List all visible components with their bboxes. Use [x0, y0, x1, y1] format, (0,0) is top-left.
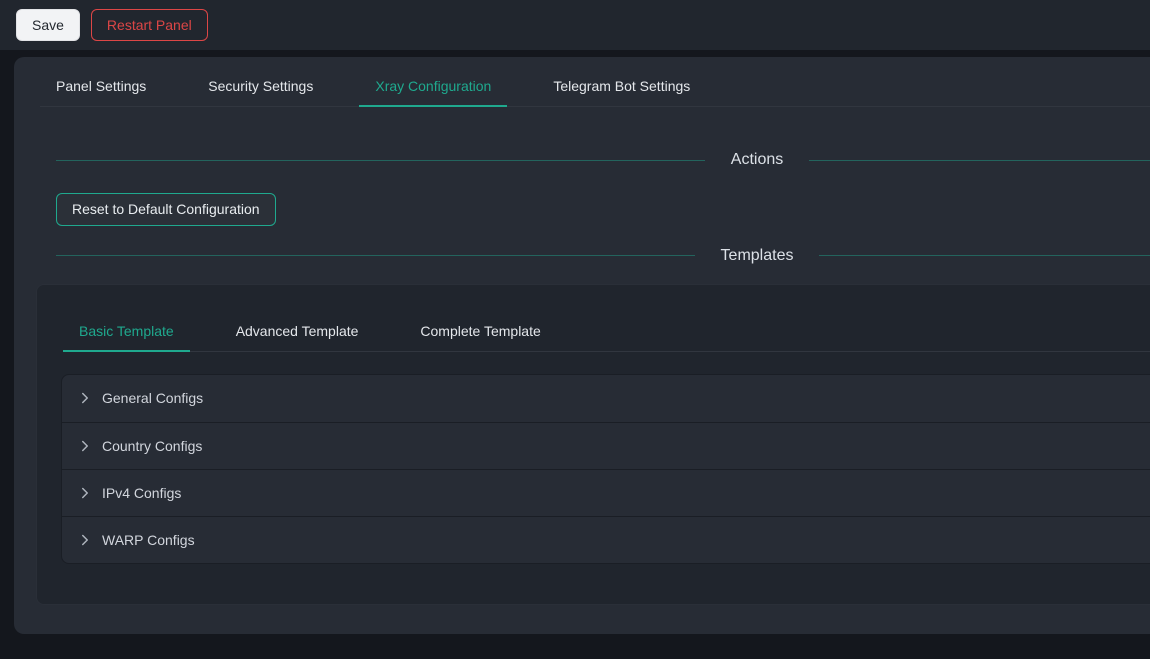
collapse-item-label: IPv4 Configs: [102, 485, 181, 501]
tab-complete-template[interactable]: Complete Template: [404, 311, 556, 351]
collapse-item-label: Country Configs: [102, 438, 202, 454]
save-button[interactable]: Save: [16, 9, 80, 42]
chevron-right-icon: [79, 534, 91, 546]
tab-telegram-bot-settings[interactable]: Telegram Bot Settings: [537, 66, 706, 106]
actions-divider: Actions: [56, 147, 1150, 173]
collapse-item-general-configs[interactable]: General Configs: [62, 375, 1150, 422]
templates-card: Basic Template Advanced Template Complet…: [36, 284, 1150, 605]
divider-line-left: [56, 255, 695, 256]
templates-section-title: Templates: [695, 247, 820, 265]
divider-line-left: [56, 160, 705, 161]
collapse-item-label: WARP Configs: [102, 532, 195, 548]
divider-line-right: [819, 255, 1150, 256]
chevron-right-icon: [79, 440, 91, 452]
collapse-item-warp-configs[interactable]: WARP Configs: [62, 516, 1150, 563]
restart-panel-button[interactable]: Restart Panel: [91, 9, 208, 42]
tab-panel-settings[interactable]: Panel Settings: [40, 66, 162, 106]
tab-advanced-template[interactable]: Advanced Template: [220, 311, 375, 351]
templates-divider: Templates: [56, 243, 1150, 269]
collapse-item-label: General Configs: [102, 390, 203, 406]
chevron-right-icon: [79, 487, 91, 499]
main-tabs: Panel Settings Security Settings Xray Co…: [40, 57, 1150, 107]
tab-security-settings[interactable]: Security Settings: [192, 66, 329, 106]
actions-section-title: Actions: [705, 151, 809, 169]
topbar: Save Restart Panel: [0, 0, 1150, 50]
settings-card: Panel Settings Security Settings Xray Co…: [14, 57, 1150, 634]
collapse-item-country-configs[interactable]: Country Configs: [62, 422, 1150, 469]
template-collapse: General Configs Country Configs IPv4 Con…: [61, 374, 1150, 564]
template-tabs: Basic Template Advanced Template Complet…: [63, 311, 1150, 352]
chevron-right-icon: [79, 392, 91, 404]
tab-basic-template[interactable]: Basic Template: [63, 311, 190, 351]
divider-line-right: [809, 160, 1150, 161]
collapse-item-ipv4-configs[interactable]: IPv4 Configs: [62, 469, 1150, 516]
tab-xray-configuration[interactable]: Xray Configuration: [359, 66, 507, 106]
reset-default-config-button[interactable]: Reset to Default Configuration: [56, 193, 276, 226]
